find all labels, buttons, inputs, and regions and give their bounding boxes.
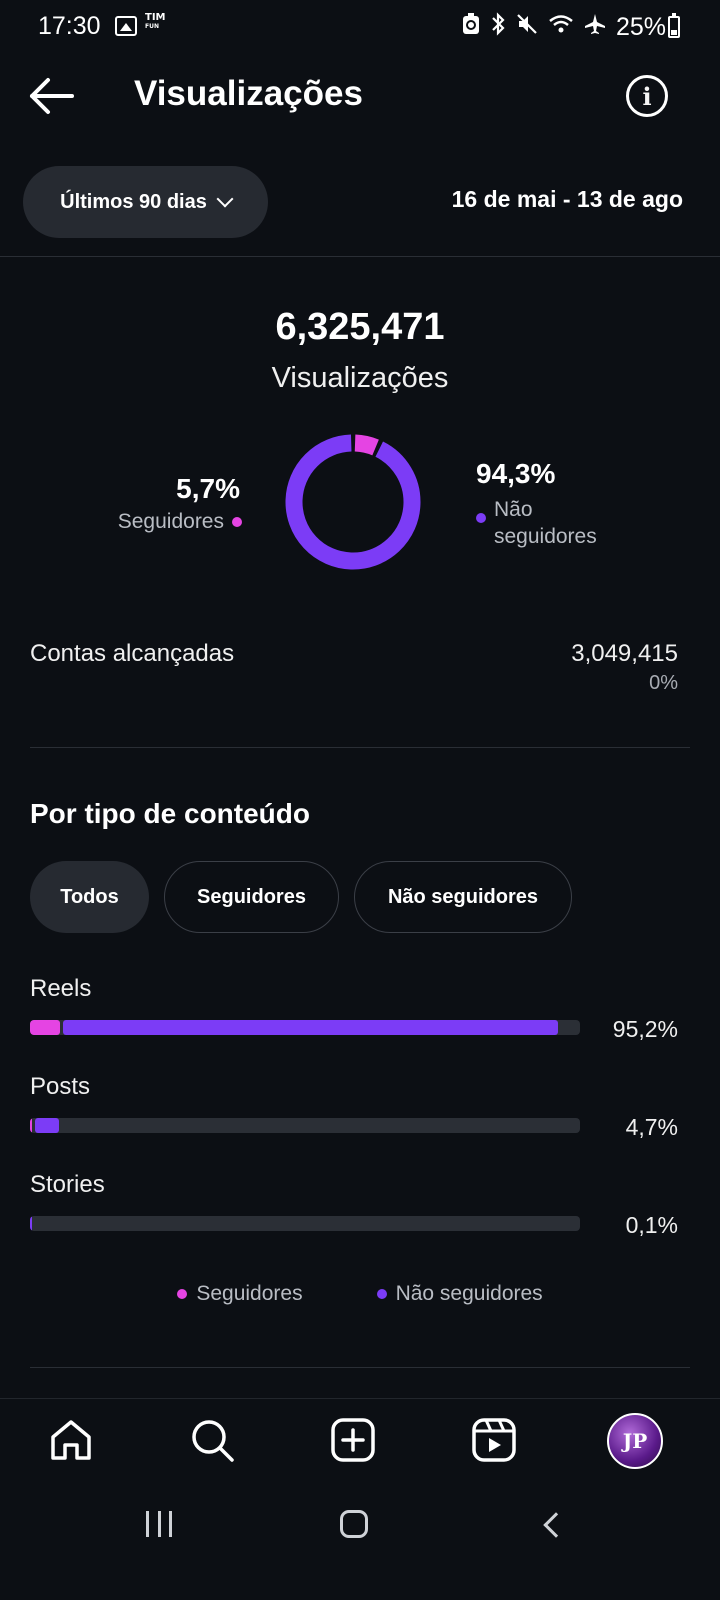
carrier-logo: TIM FUN (145, 13, 166, 31)
legend-followers-label: Seguidores (196, 1282, 303, 1305)
home-icon (51, 1420, 91, 1460)
row-label-posts: Posts (30, 1073, 91, 1100)
chip-todos[interactable]: Todos (30, 861, 149, 933)
bar-track-reels (30, 1020, 580, 1035)
content-legend: Seguidores Não seguidores (0, 1282, 720, 1306)
search-icon (192, 1420, 234, 1462)
non-followers-percent: 94,3% (476, 458, 556, 489)
row-pct-stories: 0,1% (625, 1212, 678, 1238)
accounts-reached-label: Contas alcançadas (30, 640, 235, 667)
followers-legend: Seguidores (118, 510, 242, 534)
non-followers-dot-icon (376, 1289, 387, 1299)
chip-seguidores[interactable]: Seguidores (164, 861, 339, 933)
non-followers-label-line2: seguidores (494, 525, 597, 548)
reels-icon (472, 1418, 516, 1462)
divider (30, 747, 690, 748)
recents-button[interactable] (146, 1511, 172, 1537)
legend-non-followers-label: Não seguidores (395, 1282, 543, 1305)
divider (0, 256, 720, 257)
bar-followers-segment (30, 1020, 61, 1035)
page-title: Visualizações (134, 74, 363, 113)
non-followers-label-line1: Não (494, 498, 533, 521)
followers-percent: 5,7% (176, 473, 240, 504)
arrow-left-icon (30, 78, 74, 114)
recents-icon-bar (157, 1511, 161, 1537)
total-views-value: 6,325,471 (275, 306, 445, 348)
recents-icon-bar (146, 1511, 149, 1537)
recycle-icon (462, 13, 480, 41)
gallery-notification-icon (115, 16, 137, 36)
bar-track-stories (30, 1216, 580, 1231)
mute-icon (516, 13, 538, 41)
row-label-stories: Stories (30, 1171, 105, 1198)
battery-percent: 25% (615, 12, 666, 41)
accounts-reached-change: 0% (649, 672, 678, 694)
followers-label: Seguidores (117, 510, 224, 533)
non-followers-label: Não seguidores (494, 496, 597, 550)
avatar-initials: JP (622, 1429, 648, 1453)
system-navigation-bar (0, 1486, 720, 1600)
accounts-reached-value: 3,049,415 (571, 640, 678, 667)
info-icon: i (642, 81, 652, 111)
followers-dot-icon (177, 1289, 188, 1299)
battery-icon (668, 13, 680, 38)
bar-non-followers-segment (30, 1216, 32, 1231)
info-button[interactable]: i (626, 75, 668, 117)
airplane-icon (584, 13, 606, 41)
section-title: Por tipo de conteúdo (30, 798, 310, 829)
status-time: 17:30 (38, 12, 101, 40)
nav-home-button[interactable] (48, 1417, 94, 1463)
back-button[interactable] (28, 76, 76, 116)
nav-profile-avatar[interactable]: JP (607, 1413, 663, 1469)
non-followers-dot-icon (476, 513, 486, 523)
bar-non-followers-segment (35, 1118, 59, 1133)
bar-track-posts (30, 1118, 580, 1133)
bluetooth-icon (490, 12, 506, 42)
row-label-reels: Reels (30, 975, 92, 1002)
divider (30, 1367, 690, 1368)
total-views-label: Visualizações (271, 362, 449, 394)
carrier-sub: FUN (145, 23, 159, 30)
legend-followers: Seguidores (177, 1282, 303, 1306)
nav-search-button[interactable] (189, 1417, 235, 1463)
legend-non-followers: Não seguidores (376, 1282, 543, 1306)
status-icons: 25% (462, 12, 666, 42)
non-followers-legend: Não seguidores (476, 496, 597, 550)
date-range-text: 16 de mai - 13 de ago (451, 186, 683, 212)
bar-non-followers-segment (63, 1020, 559, 1035)
home-system-button[interactable] (340, 1510, 368, 1538)
row-pct-reels: 95,2% (612, 1016, 678, 1042)
date-range-dropdown[interactable]: Últimos 90 dias (23, 166, 268, 238)
nav-reels-button[interactable] (471, 1417, 517, 1463)
followers-donut-chart (285, 434, 421, 570)
nav-create-button[interactable] (330, 1417, 376, 1463)
chevron-down-icon (216, 190, 234, 208)
followers-dot-icon (232, 517, 242, 527)
chip-nao-seguidores[interactable]: Não seguidores (354, 861, 572, 933)
bottom-navigation: JP (0, 1398, 720, 1486)
row-pct-posts: 4,7% (625, 1114, 678, 1140)
donut-non-followers-segment (285, 434, 421, 570)
wifi-icon (548, 13, 574, 41)
bar-followers-segment (30, 1118, 33, 1133)
recents-icon-bar (169, 1511, 172, 1537)
date-range-dropdown-label: Últimos 90 dias (60, 190, 207, 213)
create-icon (331, 1418, 375, 1462)
